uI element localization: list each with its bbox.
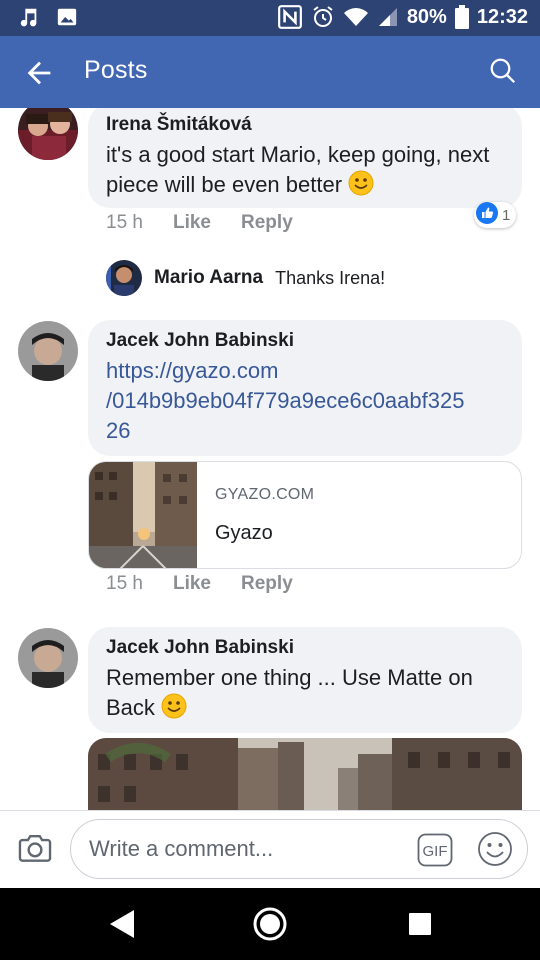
slight-smile-emoji-icon xyxy=(348,170,374,196)
camera-icon[interactable] xyxy=(16,829,56,869)
slight-smile-emoji-icon xyxy=(161,693,187,719)
link-preview-domain: GYAZO.COM xyxy=(215,486,315,503)
nfc-icon xyxy=(277,4,303,30)
back-arrow-icon[interactable] xyxy=(22,56,56,90)
comment-list[interactable]: Irena Šmitáková it's a good start Mario,… xyxy=(0,108,540,810)
avatar[interactable] xyxy=(18,628,78,688)
reply-text: Thanks Irena! xyxy=(275,267,386,288)
clock: 12:32 xyxy=(476,5,528,28)
recents-square-icon[interactable] xyxy=(402,906,438,942)
emoji-icon[interactable] xyxy=(477,831,513,867)
like-button[interactable]: Like xyxy=(173,573,211,595)
comment-text: it's a good start Mario, keep going, nex… xyxy=(106,142,490,197)
battery-icon xyxy=(454,5,469,29)
avatar[interactable] xyxy=(18,321,78,381)
reaction-count-badge[interactable]: 1 xyxy=(474,202,517,228)
comment-author[interactable]: Jacek John Babinski xyxy=(106,330,504,352)
avatar[interactable] xyxy=(18,108,78,160)
comment-actions: 15 h Like Reply xyxy=(106,573,293,595)
comment-input[interactable] xyxy=(70,819,528,879)
app-bar: Posts xyxy=(0,36,540,108)
gif-button[interactable]: GIF xyxy=(417,833,453,867)
image-icon xyxy=(56,6,78,28)
battery-percent: 80% xyxy=(406,5,447,28)
comment-bubble[interactable]: Jacek John Babinski Remember one thing .… xyxy=(88,627,522,733)
reply-row[interactable]: Mario Aarna Thanks Irena! xyxy=(106,260,385,296)
comment-time: 15 h xyxy=(106,212,143,233)
wifi-icon xyxy=(343,6,369,28)
page-title: Posts xyxy=(84,56,148,84)
reply-author[interactable]: Mario Aarna xyxy=(154,267,263,289)
reply-button[interactable]: Reply xyxy=(241,212,293,234)
comment-text: Remember one thing ... Use Matte on Back xyxy=(106,665,473,720)
comment-author[interactable]: Jacek John Babinski xyxy=(106,637,504,659)
avatar[interactable] xyxy=(106,260,142,296)
comment-time: 15 h xyxy=(106,573,143,594)
music-note-icon xyxy=(18,6,40,28)
link-preview-title: Gyazo xyxy=(215,522,273,544)
comment-photo[interactable] xyxy=(88,738,522,810)
link-preview-thumbnail xyxy=(89,462,197,568)
comment-actions: 15 h Like Reply xyxy=(106,212,293,234)
link-preview-card[interactable]: GYAZO.COM Gyazo xyxy=(88,461,522,569)
comment-author[interactable]: Irena Šmitáková xyxy=(106,114,504,136)
system-nav-bar xyxy=(0,888,540,960)
comment-composer: GIF xyxy=(0,810,540,888)
comment-link[interactable]: https://gyazo.com /014b9b9eb04f779a9ece6… xyxy=(106,356,504,446)
status-bar: 80% 12:32 xyxy=(0,0,540,36)
gif-label: GIF xyxy=(423,843,448,860)
reply-button[interactable]: Reply xyxy=(241,573,293,595)
back-triangle-icon[interactable] xyxy=(106,906,142,942)
like-reaction-icon xyxy=(476,202,498,228)
reaction-count: 1 xyxy=(502,206,511,224)
comment-bubble[interactable]: Irena Šmitáková it's a good start Mario,… xyxy=(88,108,522,208)
search-icon[interactable] xyxy=(488,56,520,88)
signal-icon xyxy=(377,6,399,28)
home-circle-icon[interactable] xyxy=(252,906,288,942)
comment-bubble[interactable]: Jacek John Babinski https://gyazo.com /0… xyxy=(88,320,522,456)
like-button[interactable]: Like xyxy=(173,212,211,234)
alarm-icon xyxy=(311,5,335,29)
